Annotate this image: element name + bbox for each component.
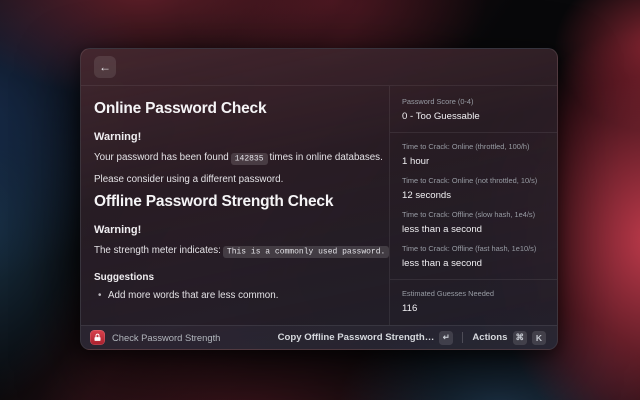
footer-divider [462, 332, 463, 343]
metadata-label: Time to Crack: Offline (fast hash, 1e10/… [402, 244, 545, 253]
metadata-item: Time to Crack: Offline (slow hash, 1e4/s… [402, 210, 545, 235]
actions-label: Actions [472, 332, 507, 343]
suggestions-title: Suggestions [94, 272, 376, 283]
online-warning-text: Your password has been found142835times … [94, 151, 376, 165]
action-bar: Check Password Strength Copy Offline Pas… [81, 325, 557, 349]
metadata-divider [390, 132, 557, 133]
offline-warning-title: Warning! [94, 224, 376, 236]
metadata-value: 12 seconds [402, 190, 545, 201]
metadata-label: Password Score (0-4) [402, 97, 545, 106]
breach-count-badge: 142835 [231, 153, 268, 165]
suggestions-list: Add more words that are less common. [94, 290, 376, 301]
metadata-label: Time to Crack: Online (throttled, 100/h) [402, 142, 545, 151]
primary-action-button[interactable]: Copy Offline Password Strength… ↵ [276, 329, 456, 347]
back-button[interactable]: ← [94, 56, 116, 78]
found-prefix-text: Your password has been found [94, 152, 229, 163]
metadata-item: Estimated Guesses Needed 116 [402, 289, 545, 314]
actions-button[interactable]: Actions ⌘ K [470, 329, 548, 347]
offline-check-title: Offline Password Strength Check [94, 193, 376, 211]
online-advice-text: Please consider using a different passwo… [94, 173, 376, 187]
metadata-panel: Password Score (0-4) 0 - Too Guessable T… [390, 86, 557, 325]
lock-app-icon [90, 330, 105, 345]
back-arrow-icon: ← [99, 61, 111, 73]
primary-action-label: Copy Offline Password Strength… [278, 332, 435, 343]
desktop-background: ← Online Password Check Warning! Your pa… [0, 0, 640, 400]
metadata-value: less than a second [402, 258, 545, 269]
metadata-label: Time to Crack: Offline (slow hash, 1e4/s… [402, 210, 545, 219]
meter-prefix-text: The strength meter indicates: [94, 245, 221, 256]
online-warning-title: Warning! [94, 131, 376, 143]
metadata-item: Time to Crack: Offline (fast hash, 1e10/… [402, 244, 545, 269]
metadata-item: Time to Crack: Online (throttled, 100/h)… [402, 142, 545, 167]
online-check-title: Online Password Check [94, 100, 376, 118]
command-keycap: ⌘ [513, 331, 528, 345]
metadata-value: less than a second [402, 224, 545, 235]
window-header: ← [81, 49, 557, 86]
detail-panel: Online Password Check Warning! Your pass… [81, 86, 389, 325]
command-name: Check Password Strength [112, 332, 220, 343]
raycast-window: ← Online Password Check Warning! Your pa… [80, 48, 558, 350]
meter-text: The strength meter indicates:This is a c… [94, 244, 376, 258]
found-suffix-text: times in online databases. [270, 152, 383, 163]
metadata-item: Time to Crack: Online (not throttled, 10… [402, 176, 545, 201]
metadata-value: 1 hour [402, 156, 545, 167]
metadata-item: Password Score (0-4) 0 - Too Guessable [402, 97, 545, 122]
metadata-divider [390, 279, 557, 280]
metadata-label: Time to Crack: Online (not throttled, 10… [402, 176, 545, 185]
meter-value-badge: This is a commonly used password. [223, 246, 389, 258]
k-keycap: K [532, 331, 546, 345]
suggestion-item: Add more words that are less common. [94, 290, 376, 301]
window-body: Online Password Check Warning! Your pass… [81, 86, 557, 325]
metadata-label: Estimated Guesses Needed [402, 289, 545, 298]
metadata-value: 116 [402, 303, 545, 314]
enter-keycap: ↵ [439, 331, 453, 345]
metadata-value: 0 - Too Guessable [402, 111, 545, 122]
